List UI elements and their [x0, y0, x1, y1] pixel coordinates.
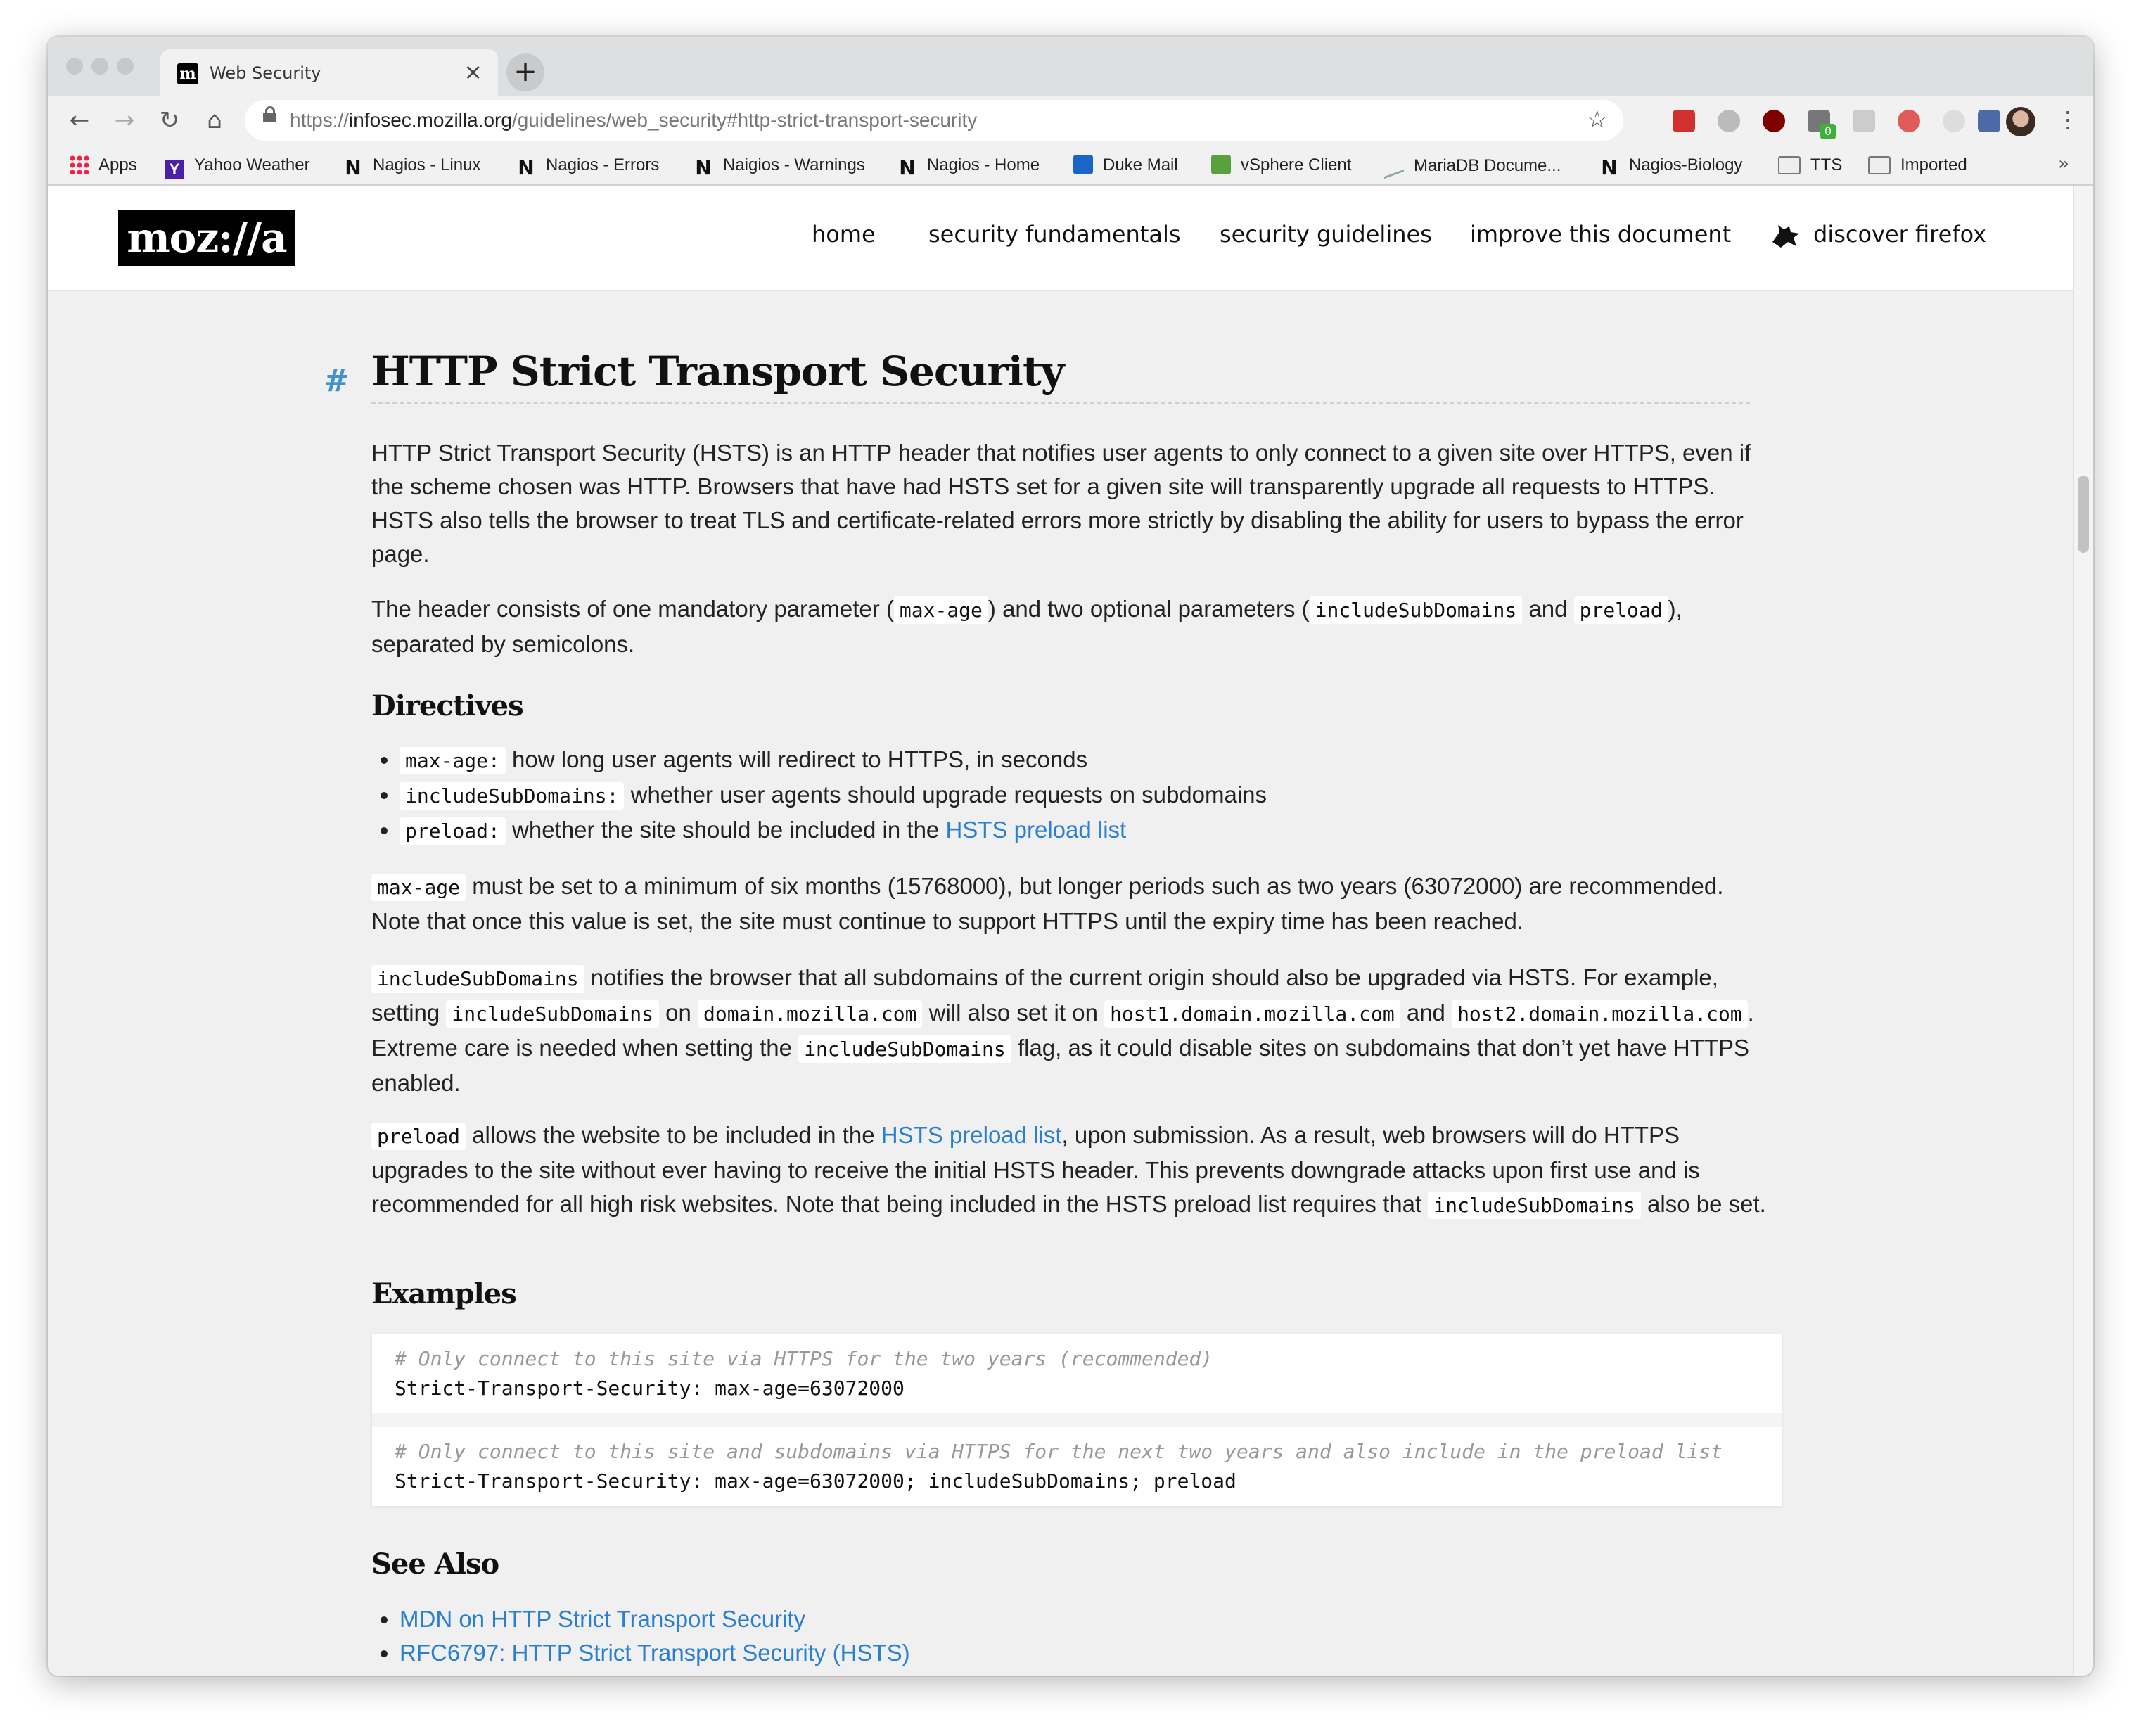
- list-item: preload: whether the site should be incl…: [400, 813, 1267, 848]
- nagios-icon: N: [899, 156, 916, 179]
- code-block: # Only connect to this site and subdomai…: [372, 1427, 1782, 1506]
- mozilla-logo[interactable]: moz://a: [118, 210, 295, 266]
- mariadb-icon: [1384, 149, 1404, 179]
- yahoo-icon: Y: [165, 160, 184, 179]
- examples-code-box: # Only connect to this site via HTTPS fo…: [371, 1334, 1782, 1507]
- preload-paragraph: preload allows the website to be include…: [371, 1118, 1771, 1223]
- bookmarks-bar: Apps Y Yahoo Weather N Nagios - Linux N Nag…: [48, 145, 2093, 186]
- apps-grid-icon: [69, 155, 89, 174]
- site-header: moz://a home security fundamentals secur…: [48, 186, 2073, 291]
- ublock-extension-icon[interactable]: [1763, 110, 1785, 132]
- bookmark-yahoo-weather[interactable]: Y Yahoo Weather: [165, 153, 310, 179]
- see-also-list: MDN on HTTP Strict Transport Security RF…: [371, 1602, 910, 1670]
- code-line: Strict-Transport-Security: max-age=63072…: [395, 1377, 905, 1400]
- circle-extension-icon[interactable]: [1943, 110, 1965, 132]
- puzzle-extension-icon[interactable]: [1978, 110, 2000, 132]
- hsts-preload-list-link[interactable]: HSTS preload list: [881, 1122, 1062, 1148]
- cherry-extension-icon[interactable]: [1898, 110, 1920, 132]
- outlook-icon: [1073, 155, 1093, 174]
- bookmark-nagios-errors[interactable]: N Nagios - Errors: [516, 153, 659, 179]
- menu-dots-icon[interactable]: ⋮: [2057, 106, 2079, 134]
- mdn-favicon-icon: m: [177, 63, 198, 84]
- zoom-window-button[interactable]: [117, 58, 134, 75]
- nagios-icon: N: [1601, 156, 1618, 179]
- drive-extension-icon[interactable]: [1718, 110, 1740, 132]
- home-icon[interactable]: ⌂: [197, 103, 232, 138]
- directives-list: max-age: how long user agents will redir…: [371, 743, 1267, 848]
- extension-badge: 0: [1820, 124, 1836, 139]
- code-comment: # Only connect to this site and subdomai…: [395, 1440, 1723, 1463]
- code-block: # Only connect to this site via HTTPS fo…: [372, 1334, 1782, 1413]
- close-window-button[interactable]: [66, 58, 83, 75]
- bookmark-nagios-biology[interactable]: N Nagios-Biology: [1599, 153, 1742, 179]
- tab-web-security[interactable]: m Web Security ×: [160, 49, 498, 96]
- intro-paragraph: HTTP Strict Transport Security (HSTS) is…: [371, 440, 1751, 567]
- page-scrollbar[interactable]: [2073, 186, 2093, 1676]
- url-text[interactable]: https://infosec.mozilla.org/guidelines/w…: [290, 109, 977, 132]
- tab-close-icon[interactable]: ×: [464, 59, 482, 84]
- j-extension-icon[interactable]: [1853, 110, 1875, 132]
- vsphere-icon: [1211, 155, 1231, 174]
- code-comment: # Only connect to this site via HTTPS fo…: [395, 1347, 1213, 1370]
- rfc6797-link[interactable]: RFC6797: HTTP Strict Transport Security …: [400, 1640, 910, 1666]
- bookmark-mariadb[interactable]: MariaDB Docume...: [1384, 149, 1561, 179]
- lock-icon[interactable]: [263, 106, 276, 122]
- scrollbar-thumb[interactable]: [2078, 476, 2089, 553]
- back-arrow-icon[interactable]: ←: [62, 103, 97, 138]
- bookmark-duke-mail[interactable]: Duke Mail: [1073, 153, 1178, 177]
- mdn-hsts-link[interactable]: MDN on HTTP Strict Transport Security: [400, 1606, 805, 1632]
- header-paragraph: The header consists of one mandatory par…: [371, 596, 1682, 657]
- bookmark-apps[interactable]: Apps: [69, 153, 137, 177]
- firefox-fox-icon: [1772, 225, 1799, 248]
- bookmark-vsphere-client[interactable]: vSphere Client: [1211, 153, 1351, 177]
- code-line: Strict-Transport-Security: max-age=63072…: [395, 1469, 1236, 1493]
- list-item: MDN on HTTP Strict Transport Security: [400, 1602, 910, 1636]
- forward-arrow-icon[interactable]: →: [107, 103, 142, 138]
- nav-improve-this-document[interactable]: improve this document: [1470, 221, 1731, 248]
- folder-icon: [1778, 156, 1801, 174]
- nav-security-fundamentals[interactable]: security fundamentals: [928, 221, 1181, 248]
- examples-heading: Examples: [371, 1277, 517, 1310]
- see-also-heading: See Also: [371, 1547, 499, 1581]
- browser-window: m Web Security × + ← → ↻ ⌂ https://infos…: [48, 37, 2093, 1676]
- address-bar[interactable]: https://infosec.mozilla.org/guidelines/w…: [245, 100, 1623, 141]
- hsts-preload-list-link[interactable]: HSTS preload list: [945, 817, 1126, 843]
- list-item: max-age: how long user agents will redir…: [400, 743, 1267, 778]
- directives-heading: Directives: [371, 689, 524, 722]
- page-title: HTTP Strict Transport Security: [371, 347, 1750, 404]
- tab-title: Web Security: [210, 63, 321, 83]
- nav-home[interactable]: home: [812, 221, 876, 248]
- bookmark-folder-imported[interactable]: Imported: [1868, 153, 1967, 177]
- new-tab-button[interactable]: +: [506, 53, 544, 91]
- bookmarks-overflow-button[interactable]: »: [2058, 153, 2069, 174]
- nagios-icon: N: [518, 156, 535, 179]
- profile-avatar[interactable]: [2006, 107, 2035, 136]
- anchor-link[interactable]: #: [324, 363, 350, 399]
- bookmark-nagios-home[interactable]: N Nagios - Home: [897, 153, 1040, 179]
- tab-strip: m Web Security × +: [48, 37, 2093, 96]
- nav-security-guidelines[interactable]: security guidelines: [1220, 221, 1432, 248]
- bookmark-star-icon[interactable]: ☆: [1587, 106, 1608, 134]
- lastpass-extension-icon[interactable]: [1673, 110, 1695, 132]
- reload-icon[interactable]: ↻: [152, 103, 187, 138]
- nagios-icon: N: [695, 156, 712, 179]
- include-subdomains-paragraph: includeSubDomains notifies the browser t…: [371, 964, 1754, 1096]
- browser-toolbar: ← → ↻ ⌂ https://infosec.mozilla.org/guid…: [48, 96, 2093, 145]
- minimize-window-button[interactable]: [91, 58, 108, 75]
- bookmark-folder-tts[interactable]: TTS: [1778, 153, 1842, 177]
- bookmark-naigios-warnings[interactable]: N Naigios - Warnings: [694, 153, 865, 179]
- folder-icon: [1868, 156, 1891, 174]
- max-age-paragraph: max-age must be set to a minimum of six …: [371, 873, 1724, 934]
- nav-discover-firefox[interactable]: discover firefox: [1813, 221, 1986, 248]
- bookmark-nagios-linux[interactable]: N Nagios - Linux: [343, 153, 480, 179]
- list-item: RFC6797: HTTP Strict Transport Security …: [400, 1636, 910, 1670]
- list-item: includeSubDomains: whether user agents s…: [400, 778, 1267, 813]
- page-viewport: moz://a home security fundamentals secur…: [48, 186, 2073, 1676]
- code-separator: [372, 1413, 1782, 1427]
- nagios-icon: N: [345, 156, 362, 179]
